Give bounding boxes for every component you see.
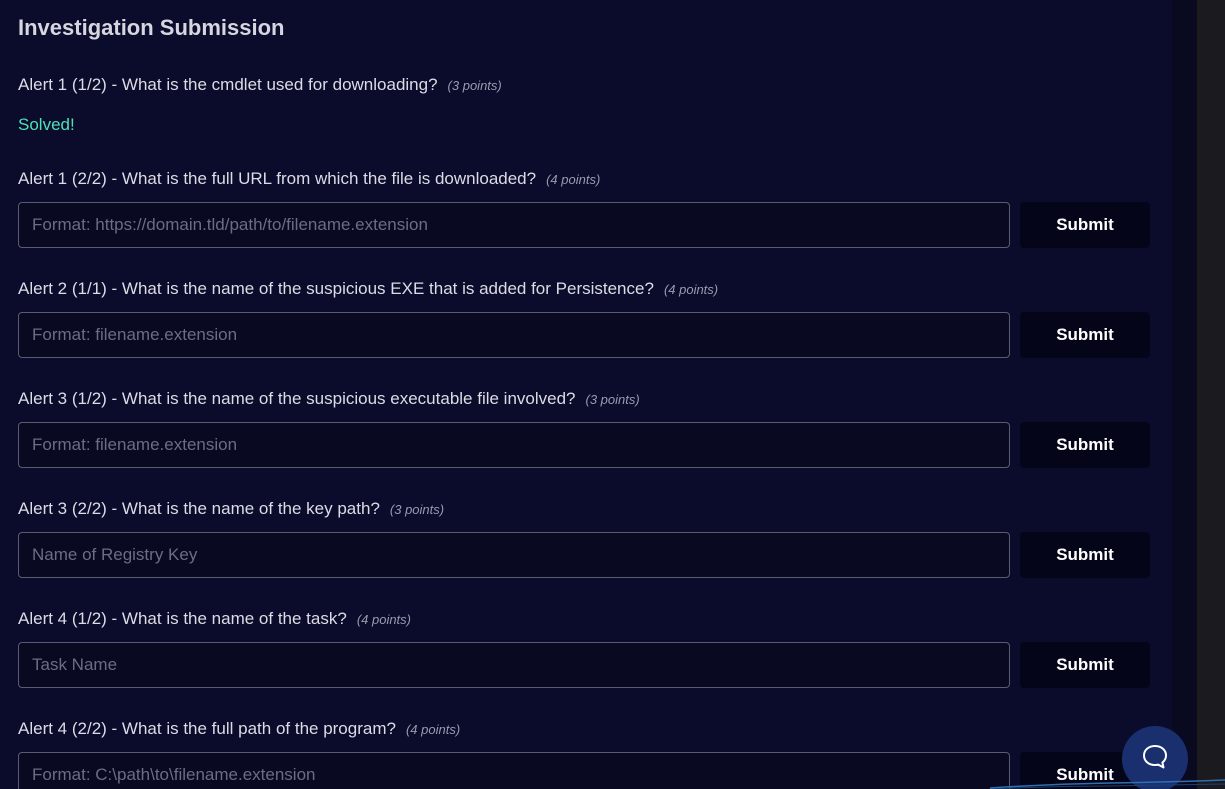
investigation-panel: Investigation Submission Alert 1 (1/2) -… bbox=[0, 0, 1172, 789]
answer-input-3[interactable] bbox=[18, 312, 1010, 358]
chat-bubble-icon bbox=[1140, 742, 1170, 777]
question-5-label: Alert 3 (2/2) - What is the name of the … bbox=[18, 498, 444, 521]
points-badge: (3 points) bbox=[585, 392, 640, 407]
points-badge: (4 points) bbox=[663, 282, 719, 297]
question-1-label: Alert 1 (1/2) - What is the cmdlet used … bbox=[18, 74, 502, 97]
question-text: Alert 4 (2/2) - What is the full path of… bbox=[18, 719, 396, 738]
side-panel-strip bbox=[1197, 0, 1225, 789]
page: Investigation Submission Alert 1 (1/2) -… bbox=[0, 0, 1225, 789]
question-text: Alert 1 (2/2) - What is the full URL fro… bbox=[18, 169, 537, 188]
answer-input-6[interactable] bbox=[18, 642, 1010, 688]
question-4-label: Alert 3 (1/2) - What is the name of the … bbox=[18, 388, 640, 411]
submit-button-2[interactable]: Submit bbox=[1020, 202, 1150, 248]
answer-input-5[interactable] bbox=[18, 532, 1010, 578]
answer-input-2[interactable] bbox=[18, 202, 1010, 248]
taskbar-edge bbox=[990, 779, 1225, 789]
points-badge: (4 points) bbox=[356, 612, 412, 627]
question-7-label: Alert 4 (2/2) - What is the full path of… bbox=[18, 718, 460, 741]
points-badge: (3 points) bbox=[389, 502, 445, 517]
question-text: Alert 4 (1/2) - What is the name of the … bbox=[18, 609, 347, 628]
section-title: Investigation Submission bbox=[18, 15, 285, 40]
answer-input-4[interactable] bbox=[18, 422, 1010, 468]
scroll-gutter bbox=[1172, 0, 1197, 789]
question-3-label: Alert 2 (1/1) - What is the name of the … bbox=[18, 278, 718, 301]
solved-status: Solved! bbox=[18, 115, 75, 134]
submit-button-6[interactable]: Submit bbox=[1020, 642, 1150, 688]
question-text: Alert 2 (1/1) - What is the name of the … bbox=[18, 279, 654, 298]
question-2-label: Alert 1 (2/2) - What is the full URL fro… bbox=[18, 168, 600, 191]
points-badge: (4 points) bbox=[546, 172, 601, 187]
submit-button-3[interactable]: Submit bbox=[1020, 312, 1150, 358]
points-badge: (3 points) bbox=[447, 78, 502, 93]
submit-button-4[interactable]: Submit bbox=[1020, 422, 1150, 468]
question-text: Alert 1 (1/2) - What is the cmdlet used … bbox=[18, 75, 438, 94]
submit-button-5[interactable]: Submit bbox=[1020, 532, 1150, 578]
answer-input-7[interactable] bbox=[18, 752, 1010, 789]
question-text: Alert 3 (2/2) - What is the name of the … bbox=[18, 499, 380, 518]
points-badge: (4 points) bbox=[405, 722, 461, 737]
question-text: Alert 3 (1/2) - What is the name of the … bbox=[18, 389, 576, 408]
question-6-label: Alert 4 (1/2) - What is the name of the … bbox=[18, 608, 411, 631]
